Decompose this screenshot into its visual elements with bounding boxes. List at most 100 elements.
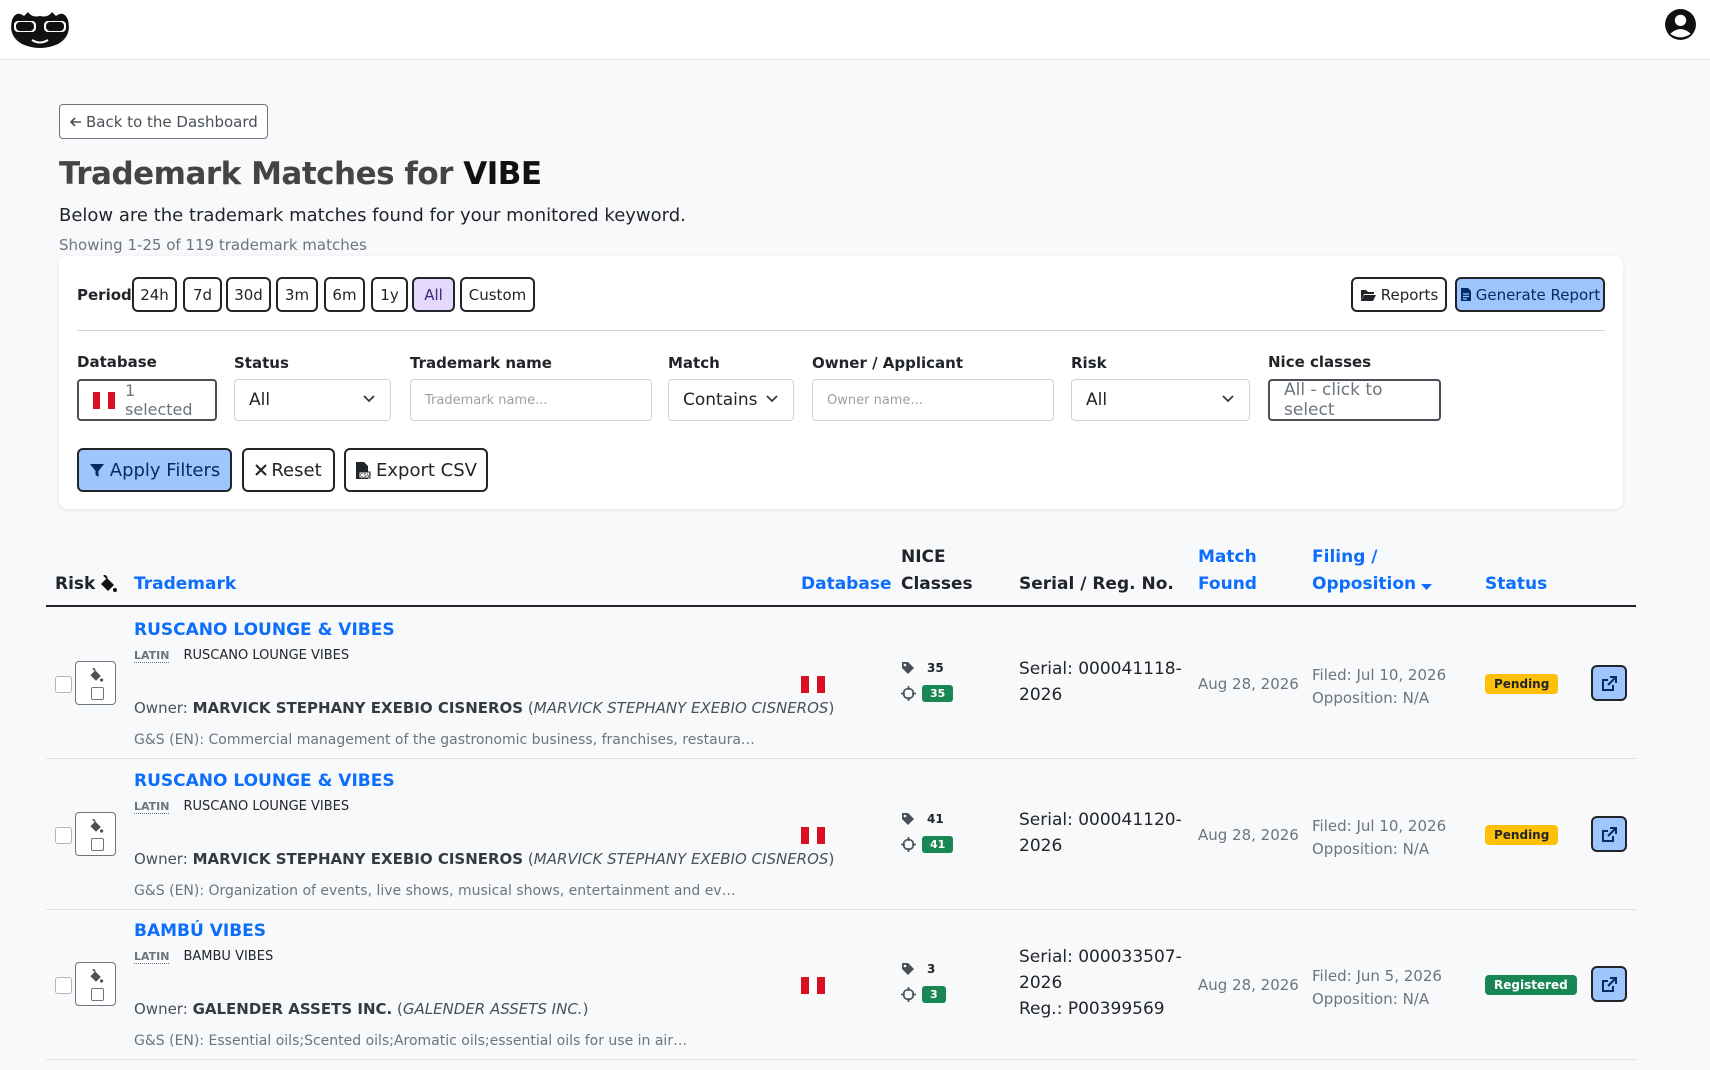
period-24h-button[interactable]: 24h	[132, 277, 177, 312]
period-all-button[interactable]: All	[412, 277, 455, 312]
risk-mini-checkbox[interactable]	[91, 687, 104, 700]
serial-number: Serial: 000041118- 2026	[1019, 656, 1182, 708]
back-to-dashboard-button[interactable]: Back to the Dashboard	[59, 104, 268, 139]
table-row: RUSCANO LOUNGE & VIBES LATIN RUSCANO LOU…	[46, 608, 1636, 759]
risk-assess-button[interactable]	[75, 812, 116, 856]
serial-line1: Serial: 000033507-	[1019, 947, 1182, 967]
match-found-column-header[interactable]: Match Found	[1198, 544, 1257, 598]
period-30d-button[interactable]: 30d	[226, 277, 271, 312]
filter-card: Period 24h 7d 30d 3m 6m 1y All Custom Re…	[59, 256, 1623, 509]
owner-alt-name: GALENDER ASSETS INC.	[402, 1000, 583, 1018]
registration-number: Reg.: P00399569	[1019, 999, 1165, 1019]
row-select-checkbox[interactable]	[55, 977, 72, 994]
file-csv-icon: CSV	[356, 461, 371, 479]
period-custom-button[interactable]: Custom	[460, 277, 535, 312]
status-select[interactable]: All	[234, 379, 391, 421]
goods-services-text: G&S (EN): Essential oils;Scented oils;Ar…	[134, 1033, 688, 1049]
serial-line1: Serial: 000041118-	[1019, 659, 1182, 679]
nice-class-number: 41	[927, 812, 944, 826]
status-column-header[interactable]: Status	[1485, 571, 1547, 598]
latin-text: BAMBU VIBES	[183, 949, 274, 964]
generate-report-button[interactable]: Generate Report	[1455, 277, 1605, 312]
match-found-date: Aug 28, 2026	[1198, 976, 1299, 994]
period-7d-button[interactable]: 7d	[183, 277, 222, 312]
filed-date: Filed: Jun 5, 2026	[1312, 967, 1442, 985]
reset-label: Reset	[271, 459, 322, 481]
opposition-info: Opposition: N/A	[1312, 990, 1430, 1008]
trademark-column-header[interactable]: Trademark	[134, 571, 236, 598]
filing-column-header[interactable]: Filing / Opposition	[1312, 544, 1433, 598]
nice-class-tag: 35	[901, 661, 944, 675]
nice-class-badge: 41	[922, 836, 954, 853]
trademark-name-link[interactable]: RUSCANO LOUNGE & VIBES	[134, 771, 395, 791]
table-row: BAMBÚ VIBES LATIN BAMBU VIBES Owner: GAL…	[46, 909, 1636, 1060]
filed-date: Filed: Jul 10, 2026	[1312, 817, 1447, 835]
opposition-info: Opposition: N/A	[1312, 840, 1430, 858]
period-1y-button[interactable]: 1y	[371, 277, 408, 312]
owner-alt-name: MARVICK STEPHANY EXEBIO CISNEROS	[533, 850, 829, 868]
nice-filter-label: Nice classes	[1268, 353, 1372, 371]
reports-label: Reports	[1380, 285, 1439, 304]
open-external-button[interactable]	[1591, 816, 1627, 852]
risk-assess-button[interactable]	[75, 962, 116, 1006]
trademark-name-input[interactable]: Trademark name...	[410, 379, 652, 421]
latin-tag: LATIN	[134, 799, 170, 814]
row-select-checkbox[interactable]	[55, 676, 72, 693]
trademark-latin: LATIN RUSCANO LOUNGE VIBES	[134, 799, 349, 814]
owner-name-input[interactable]: Owner name...	[812, 379, 1054, 421]
owner-label: Owner:	[134, 1000, 188, 1018]
nice-classes-select[interactable]: All - click to select	[1268, 379, 1441, 421]
peru-flag-icon	[801, 827, 825, 844]
trademark-name-link[interactable]: BAMBÚ VIBES	[134, 921, 266, 941]
nice-class-tag: 3	[901, 962, 935, 976]
trademark-name-link[interactable]: RUSCANO LOUNGE & VIBES	[134, 620, 395, 640]
user-circle-icon[interactable]	[1664, 8, 1697, 41]
nice-class-number: 35	[927, 661, 944, 675]
serial-line2: 2026	[1019, 685, 1063, 705]
trademark-latin: LATIN RUSCANO LOUNGE VIBES	[134, 648, 349, 663]
nice-class-tag: 41	[901, 812, 944, 826]
trademark-filter-label: Trademark name	[410, 354, 552, 372]
latin-text: RUSCANO LOUNGE VIBES	[183, 799, 350, 814]
svg-text:CSV: CSV	[360, 473, 371, 479]
apply-filters-button[interactable]: Apply Filters	[77, 448, 232, 492]
trademark-latin: LATIN BAMBU VIBES	[134, 949, 273, 964]
filing-info: Filed: Jul 10, 2026 Opposition: N/A	[1312, 664, 1446, 710]
serial-column-header: Serial / Reg. No.	[1019, 574, 1174, 594]
owner-alt-name: MARVICK STEPHANY EXEBIO CISNEROS	[533, 699, 829, 717]
reset-button[interactable]: Reset	[242, 448, 335, 492]
reports-button[interactable]: Reports	[1351, 277, 1447, 312]
owner-text: Owner: MARVICK STEPHANY EXEBIO CISNEROS …	[134, 699, 835, 717]
period-6m-button[interactable]: 6m	[324, 277, 365, 312]
filed-date: Filed: Jul 10, 2026	[1312, 666, 1447, 684]
status-badge: Pending	[1485, 674, 1559, 694]
nice-class-match: 3	[901, 986, 946, 1003]
crosshair-icon	[901, 987, 916, 1002]
match-header-line1: Match	[1198, 547, 1257, 567]
sunglasses-logo-icon[interactable]	[6, 6, 74, 50]
risk-assess-button[interactable]	[75, 661, 116, 705]
nice-class-badge: 3	[922, 986, 946, 1003]
database-column-header[interactable]: Database	[801, 571, 891, 598]
open-external-button[interactable]	[1591, 966, 1627, 1002]
nice-class-match: 41	[901, 836, 954, 853]
risk-mini-checkbox[interactable]	[91, 838, 104, 851]
match-select[interactable]: Contains	[668, 379, 794, 421]
filter-icon	[89, 464, 104, 477]
match-found-date: Aug 28, 2026	[1198, 826, 1299, 844]
peru-flag-icon	[801, 977, 825, 994]
database-multiselect[interactable]: 1 selected	[77, 379, 217, 421]
row-select-checkbox[interactable]	[55, 827, 72, 844]
period-3m-button[interactable]: 3m	[276, 277, 318, 312]
risk-column-header[interactable]: Risk	[55, 571, 118, 598]
export-csv-button[interactable]: CSV Export CSV	[344, 448, 488, 492]
paint-bucket-icon	[90, 668, 104, 682]
top-navbar	[0, 0, 1710, 60]
risk-select[interactable]: All	[1071, 379, 1250, 421]
match-select-value: Contains	[683, 390, 758, 410]
nice-header-line1: NICE	[901, 547, 946, 567]
open-external-button[interactable]	[1591, 665, 1627, 701]
risk-mini-checkbox[interactable]	[91, 988, 104, 1001]
filing-info: Filed: Jul 10, 2026 Opposition: N/A	[1312, 815, 1446, 861]
tag-icon	[902, 813, 914, 825]
